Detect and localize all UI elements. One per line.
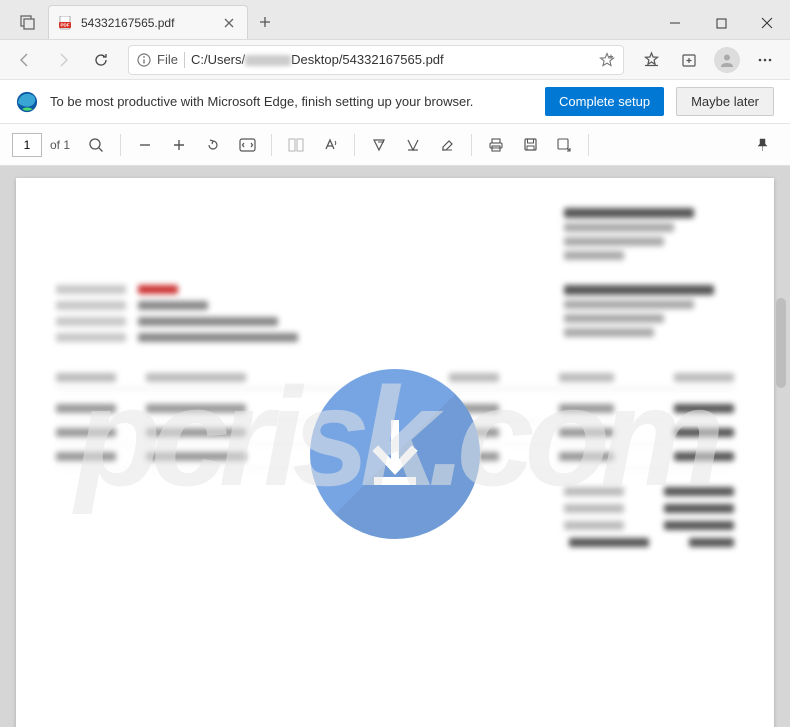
divider [120, 134, 121, 156]
divider [471, 134, 472, 156]
window-controls [652, 7, 790, 39]
title-bar: PDF 54332167565.pdf [0, 0, 790, 40]
url-input[interactable]: File C:/Users/Desktop/54332167565.pdf [128, 45, 624, 75]
tab-strip: PDF 54332167565.pdf [0, 0, 282, 39]
new-tab-button[interactable] [248, 5, 282, 39]
maximize-button[interactable] [698, 7, 744, 39]
url-path: C:/Users/Desktop/54332167565.pdf [191, 52, 444, 67]
erase-icon[interactable] [431, 129, 463, 161]
favorite-icon[interactable] [599, 52, 615, 68]
close-window-button[interactable] [744, 7, 790, 39]
rotate-icon[interactable] [197, 129, 229, 161]
address-bar: File C:/Users/Desktop/54332167565.pdf [0, 40, 790, 80]
browser-tab[interactable]: PDF 54332167565.pdf [48, 5, 248, 39]
highlight-icon[interactable] [397, 129, 429, 161]
divider [354, 134, 355, 156]
page-number-input[interactable] [12, 133, 42, 157]
vertical-scrollbar[interactable] [774, 178, 788, 715]
invoice-header [56, 208, 734, 265]
divider [588, 134, 589, 156]
site-info-icon[interactable] [137, 53, 151, 67]
close-tab-icon[interactable] [221, 15, 237, 31]
complete-setup-button[interactable]: Complete setup [545, 87, 664, 116]
url-protocol: File [157, 52, 178, 67]
collections-button[interactable] [672, 43, 706, 77]
print-icon[interactable] [480, 129, 512, 161]
pdf-file-icon: PDF [59, 16, 73, 30]
forward-button[interactable] [46, 43, 80, 77]
fit-page-icon[interactable] [231, 129, 263, 161]
minimize-button[interactable] [652, 7, 698, 39]
setup-notice-bar: To be most productive with Microsoft Edg… [0, 80, 790, 124]
edge-logo-icon [16, 91, 38, 113]
invoice-meta [56, 285, 734, 349]
save-icon[interactable] [514, 129, 546, 161]
menu-button[interactable] [748, 43, 782, 77]
search-icon[interactable] [80, 129, 112, 161]
separator [184, 52, 185, 68]
scrollbar-thumb[interactable] [776, 298, 786, 388]
read-aloud-icon[interactable] [314, 129, 346, 161]
tab-actions-icon[interactable] [8, 5, 48, 39]
zoom-in-icon[interactable] [163, 129, 195, 161]
pdf-toolbar: of 1 [0, 124, 790, 166]
divider [271, 134, 272, 156]
back-button[interactable] [8, 43, 42, 77]
save-as-icon[interactable] [548, 129, 580, 161]
pin-toolbar-icon[interactable] [746, 129, 778, 161]
favorites-button[interactable] [634, 43, 668, 77]
refresh-button[interactable] [84, 43, 118, 77]
notice-text: To be most productive with Microsoft Edg… [50, 94, 533, 109]
pdf-page [16, 178, 774, 727]
page-count-label: of 1 [44, 138, 78, 152]
svg-text:PDF: PDF [61, 22, 70, 27]
zoom-out-icon[interactable] [129, 129, 161, 161]
tab-title: 54332167565.pdf [81, 16, 213, 30]
redacted-username [245, 55, 291, 66]
profile-avatar[interactable] [714, 47, 740, 73]
pdf-viewport[interactable]: pcrisk.com [0, 166, 790, 727]
download-overlay-icon[interactable] [310, 369, 480, 539]
draw-icon[interactable] [363, 129, 395, 161]
page-view-icon[interactable] [280, 129, 312, 161]
maybe-later-button[interactable]: Maybe later [676, 87, 774, 116]
